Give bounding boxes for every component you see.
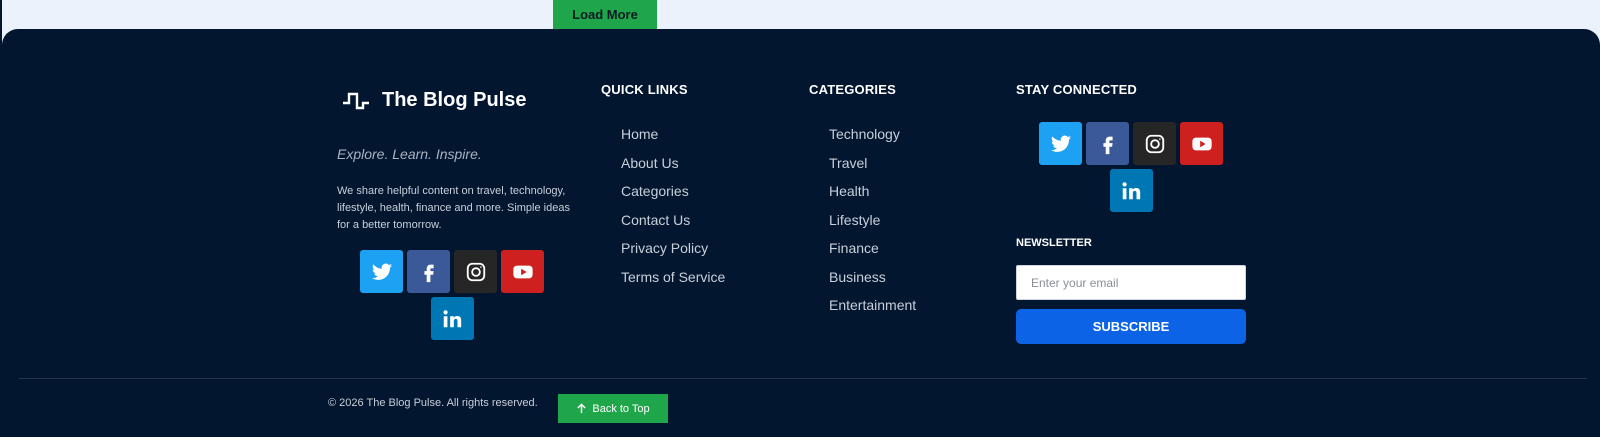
facebook-button[interactable] — [407, 250, 450, 293]
category-business[interactable]: Business — [829, 269, 886, 285]
linkedin-button[interactable] — [1109, 169, 1153, 212]
arrow-up-icon — [577, 403, 587, 414]
link-terms-of-service[interactable]: Terms of Service — [621, 269, 725, 285]
list-item: Entertainment — [829, 297, 916, 326]
subscribe-button[interactable]: SUBSCRIBE — [1016, 309, 1246, 344]
link-contact-us[interactable]: Contact Us — [621, 212, 690, 228]
list-item: Terms of Service — [621, 269, 725, 298]
instagram-icon — [466, 262, 485, 281]
link-about-us[interactable]: About Us — [621, 155, 679, 171]
stay-connected-title: STAY CONNECTED — [1016, 82, 1138, 97]
instagram-button[interactable] — [454, 250, 497, 293]
back-to-top-button[interactable]: Back to Top — [558, 394, 668, 423]
list-item: Technology — [829, 126, 916, 155]
instagram-button[interactable] — [1133, 122, 1176, 165]
list-item: Health — [829, 183, 916, 212]
list-item: Home — [621, 126, 725, 155]
link-privacy-policy[interactable]: Privacy Policy — [621, 240, 708, 256]
twitter-icon — [371, 263, 392, 280]
linkedin-icon — [1122, 181, 1141, 199]
brand-name: The Blog Pulse — [382, 89, 527, 111]
linkedin-button[interactable] — [430, 297, 474, 340]
youtube-button[interactable] — [501, 250, 544, 293]
footer-brand[interactable]: The Blog Pulse — [342, 89, 526, 112]
linkedin-icon — [443, 309, 462, 327]
category-technology[interactable]: Technology — [829, 126, 900, 142]
list-item: About Us — [621, 155, 725, 184]
facebook-icon — [1102, 136, 1113, 154]
categories-list: Technology Travel Health Lifestyle Finan… — [829, 126, 916, 326]
quick-links-list: Home About Us Categories Contact Us Priv… — [621, 126, 725, 297]
category-lifestyle[interactable]: Lifestyle — [829, 212, 880, 228]
newsletter-title: NEWSLETTER — [1016, 237, 1092, 249]
footer-tagline: Explore. Learn. Inspire. — [337, 146, 482, 162]
list-item: Finance — [829, 240, 916, 269]
list-item: Categories — [621, 183, 725, 212]
twitter-button[interactable] — [360, 250, 403, 293]
list-item: Privacy Policy — [621, 240, 725, 269]
list-item: Travel — [829, 155, 916, 184]
youtube-button[interactable] — [1180, 122, 1223, 165]
categories-title: CATEGORIES — [809, 82, 896, 97]
newsletter-email-input[interactable] — [1016, 265, 1246, 300]
youtube-icon — [512, 265, 533, 278]
footer-description: We share helpful content on travel, tech… — [337, 185, 570, 231]
category-health[interactable]: Health — [829, 183, 869, 199]
link-home[interactable]: Home — [621, 126, 658, 142]
category-finance[interactable]: Finance — [829, 240, 879, 256]
category-entertainment[interactable]: Entertainment — [829, 297, 916, 313]
copyright-text: © 2026 The Blog Pulse. All rights reserv… — [328, 397, 538, 409]
facebook-icon — [423, 264, 434, 282]
footer-divider — [19, 378, 1587, 379]
social-links-about — [358, 250, 546, 340]
back-to-top-label: Back to Top — [592, 402, 650, 415]
twitter-button[interactable] — [1039, 122, 1082, 165]
youtube-icon — [1191, 137, 1212, 150]
link-categories[interactable]: Categories — [621, 183, 689, 199]
list-item: Business — [829, 269, 916, 298]
list-item: Contact Us — [621, 212, 725, 241]
quick-links-title: QUICK LINKS — [601, 82, 688, 97]
twitter-icon — [1050, 135, 1071, 152]
list-item: Lifestyle — [829, 212, 916, 241]
facebook-button[interactable] — [1086, 122, 1129, 165]
site-footer — [2, 29, 1600, 437]
instagram-icon — [1145, 134, 1164, 153]
social-links-connected — [1037, 122, 1225, 212]
load-more-button[interactable]: Load More — [553, 0, 657, 29]
category-travel[interactable]: Travel — [829, 155, 867, 171]
pulse-icon — [343, 92, 369, 109]
